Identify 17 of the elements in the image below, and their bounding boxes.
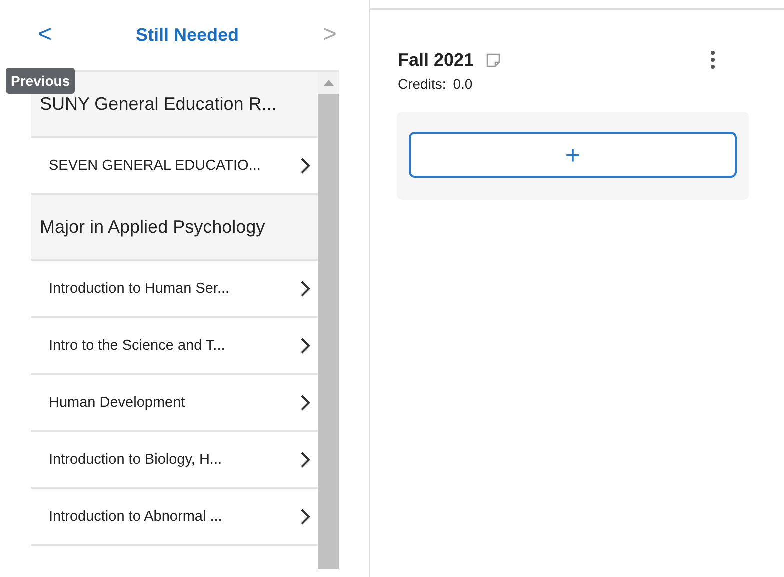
chevron-right-icon [300, 450, 312, 468]
previous-button[interactable]: < [32, 21, 58, 49]
chevron-right-icon [300, 394, 312, 412]
tooltip: Previous [6, 68, 76, 94]
scroll-up-icon[interactable] [324, 80, 334, 86]
term-title: Fall 2021 [398, 50, 474, 70]
chevron-right-icon [300, 156, 312, 174]
add-button[interactable]: + [409, 132, 737, 178]
scrollbar[interactable] [318, 72, 339, 569]
credits-label: Credits: [398, 76, 446, 92]
chevron-right-icon [300, 508, 312, 526]
requirement-group[interactable]: Major in Applied Psychology [31, 195, 318, 261]
note-icon[interactable] [486, 52, 502, 68]
chevron-right-icon [300, 280, 312, 298]
chevron-right-icon [300, 336, 312, 354]
panel-title: Still Needed [134, 24, 240, 46]
credits-value: 0.0 [453, 76, 473, 92]
